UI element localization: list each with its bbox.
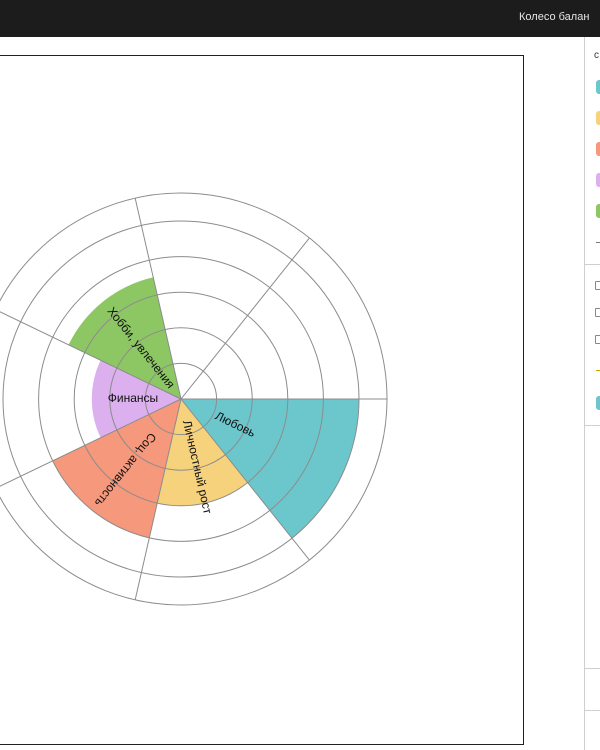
sidebar-separator-3	[584, 668, 600, 669]
sector-label-4: Финансы	[108, 391, 158, 405]
sidebar-separator-4	[584, 710, 600, 711]
legend-swatch-3[interactable]	[596, 142, 600, 156]
sidebar-dash-accent	[596, 370, 600, 371]
legend-swatch-2[interactable]	[596, 111, 600, 125]
legend-swatch-1[interactable]	[596, 80, 600, 94]
sidebar-separator	[584, 264, 600, 265]
wheel-canvas[interactable]: Любовь Личностный рост Соц. активность Фина…	[0, 55, 524, 745]
top-bar: Колесо балан	[0, 0, 600, 37]
balance-wheel-chart[interactable]: ЛюбовьЛичностный ростСоц. активностьФина…	[0, 56, 523, 744]
legend-swatch-5[interactable]	[596, 204, 600, 218]
option-checkbox-2[interactable]	[595, 308, 600, 317]
sidebar-divider	[584, 37, 585, 750]
app-title: Колесо балан	[519, 11, 590, 23]
sidebar-separator-2	[584, 425, 600, 426]
sidebar-dash	[596, 242, 600, 243]
option-checkbox-1[interactable]	[595, 281, 600, 290]
legend-swatch-4[interactable]	[596, 173, 600, 187]
sidebar-heading: c	[594, 50, 599, 61]
wheel-spoke-7	[180, 237, 310, 400]
option-checkbox-3[interactable]	[595, 335, 600, 344]
accent-swatch[interactable]	[596, 396, 600, 410]
